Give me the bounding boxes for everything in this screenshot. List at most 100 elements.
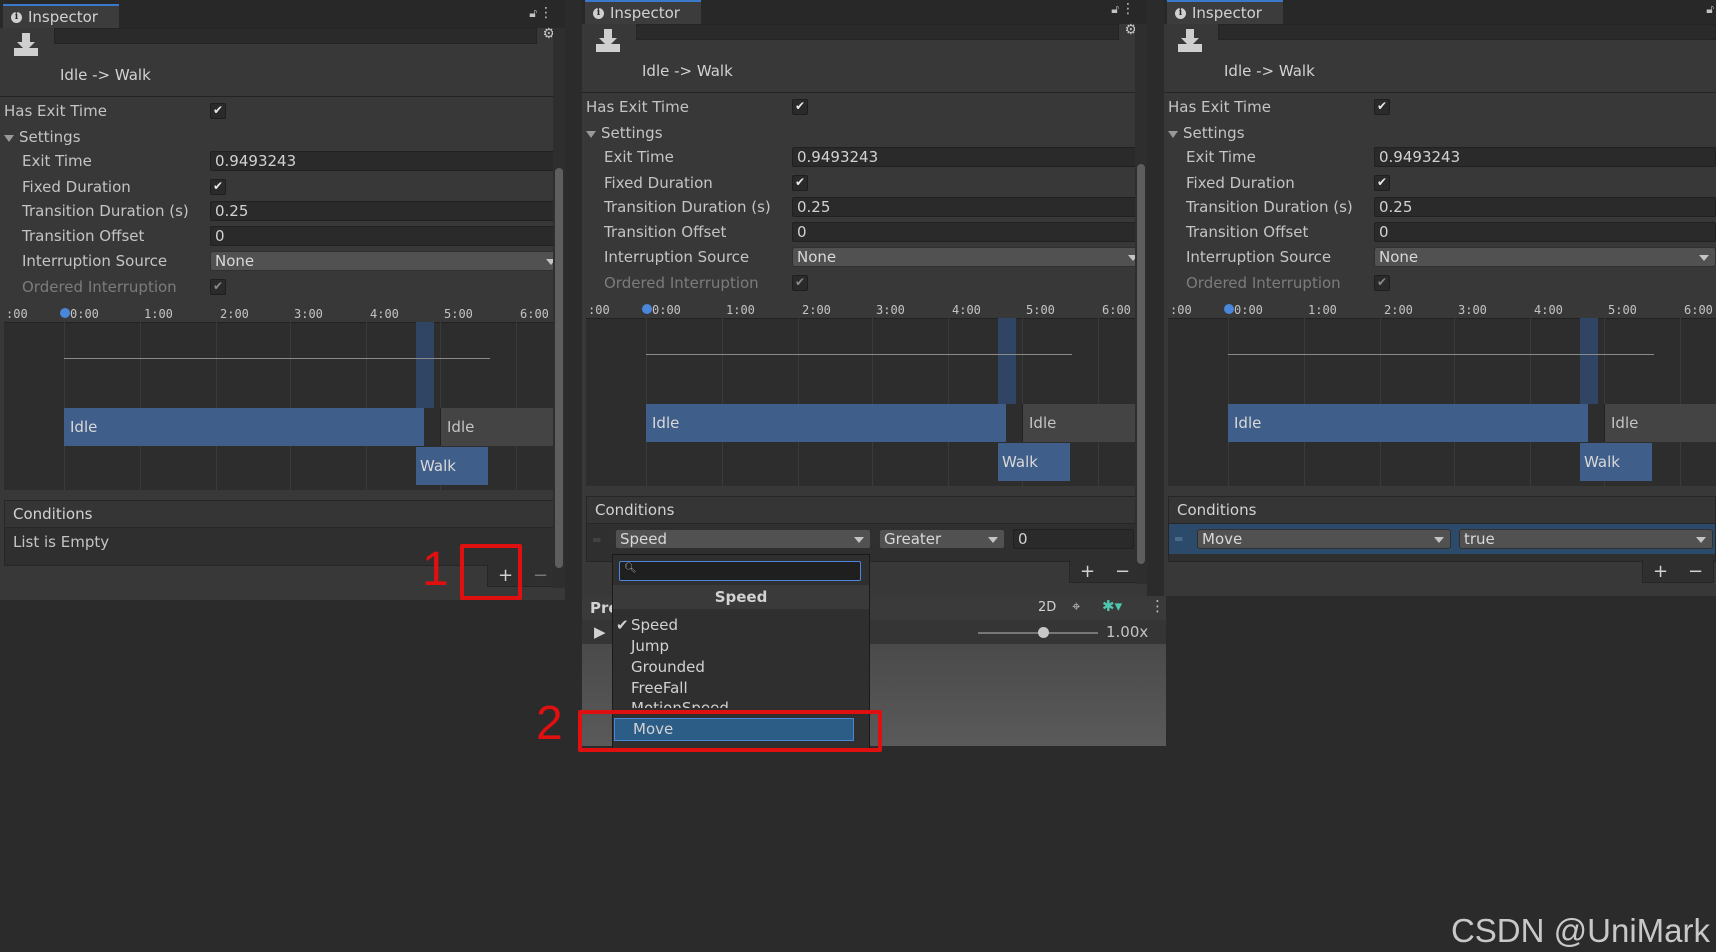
interruption-source-row: Interruption Source None [1164,246,1716,268]
lock-icon[interactable]: 🔓︎ [1706,2,1714,17]
transition-timeline[interactable]: :00 0:00 1:00 2:00 3:00 4:00 5:00 6:00 I… [586,302,1143,486]
condition-parameter-dropdown[interactable]: Move [1197,529,1451,549]
transition-timeline[interactable]: :00 0:00 1:00 2:00 3:00 4:00 5:00 6:00 I… [1168,302,1716,486]
transition-offset-field[interactable]: 0 [792,222,1145,242]
scrollbar-thumb[interactable] [1137,164,1145,564]
fixed-duration-checkbox[interactable]: ✔ [792,175,808,191]
remove-condition-button[interactable]: − [533,565,548,586]
menu-header: Speed [613,585,869,609]
source-state-bar[interactable]: Idle [646,404,1006,442]
transition-offset-field[interactable]: 0 [1374,222,1716,242]
avatar-icon[interactable]: ✱▾ [1102,597,1122,615]
has-exit-time-label: Has Exit Time [1168,98,1271,116]
tab-inspector[interactable]: i Inspector [1167,0,1283,24]
condition-value-field[interactable]: 0 [1013,529,1134,549]
menu-item-label: Speed [631,616,679,634]
menu-item-motionspeed[interactable]: MotionSpeed [613,698,869,708]
settings-foldout[interactable]: Settings [0,126,565,148]
ordered-interruption-row: Ordered Interruption ✔ [582,272,1147,294]
tab-inspector[interactable]: i Inspector [585,0,701,24]
transition-icon [14,33,38,56]
dest-state-bar[interactable]: Walk [998,443,1070,481]
fixed-duration-label: Fixed Duration [1186,174,1295,192]
has-exit-time-row: Has Exit Time ✔ [1164,96,1716,118]
condition-operator-dropdown[interactable]: Greater [879,529,1005,549]
inspector-panel-2: i Inspector 🔓︎ ⋮ ⚙ Idle -> Walk Has Exit… [582,0,1147,596]
interruption-source-dropdown[interactable]: None [1374,247,1716,267]
source-state-bar[interactable]: Idle [64,408,424,446]
timeline-ruler: :00 0:00 1:00 2:00 3:00 4:00 5:00 6:00 [586,302,1143,319]
settings-foldout[interactable]: Settings [582,122,1147,144]
fixed-duration-checkbox[interactable]: ✔ [1374,175,1390,191]
dest-state-bar[interactable]: Walk [1580,443,1652,481]
transition-duration-field[interactable]: 0.25 [1374,197,1716,217]
kebab-menu-icon[interactable]: ⋮ [1121,1,1135,17]
transition-timeline[interactable]: :00 0:00 1:00 2:00 3:00 4:00 5:00 6:00 I… [4,306,561,490]
dest-state-bar[interactable]: Walk [416,447,488,485]
kebab-menu-icon[interactable]: ⋮ [1150,597,1165,615]
lock-icon[interactable]: 🔓︎ [529,6,537,21]
scrollbar[interactable] [553,28,565,588]
settings-foldout[interactable]: Settings [1164,122,1716,144]
has-exit-time-row: Has Exit Time ✔ [582,96,1147,118]
grid-line [1304,318,1305,486]
drag-handle-icon[interactable]: ═ [1175,532,1182,546]
remove-condition-button[interactable]: − [1688,561,1703,582]
menu-item-jump[interactable]: Jump [613,636,869,657]
start-marker-icon[interactable] [642,304,652,314]
info-icon: i [11,11,22,23]
transition-name-field[interactable] [1218,24,1716,40]
exit-time-field[interactable]: 0.9493243 [1374,147,1716,167]
menu-item-grounded[interactable]: Grounded [613,657,869,678]
grid-line [1380,318,1381,486]
ordered-interruption-checkbox: ✔ [792,275,808,291]
condition-bool-dropdown[interactable]: true [1459,529,1713,549]
tick-label: 2:00 [1384,303,1413,317]
transition-offset-field[interactable]: 0 [210,226,563,246]
start-marker-icon[interactable] [1224,304,1234,314]
transition-band[interactable] [998,318,1016,404]
drag-handle-icon[interactable]: ═ [593,533,600,547]
kebab-menu-icon[interactable]: ⋮ [539,5,553,21]
tab-inspector[interactable]: i Inspector [3,4,119,28]
condition-parameter-dropdown[interactable]: Speed [615,529,871,549]
speed-slider-handle[interactable] [1038,627,1049,638]
interruption-source-dropdown[interactable]: None [210,251,563,271]
grid-line [872,318,873,486]
transition-band[interactable] [416,322,434,408]
tick-label: :00 [6,307,28,321]
interruption-source-dropdown[interactable]: None [792,247,1145,267]
add-condition-button[interactable]: + [1653,561,1668,582]
has-exit-time-checkbox[interactable]: ✔ [792,99,808,115]
source-state-bar[interactable]: Idle [1228,404,1588,442]
scrollbar-thumb[interactable] [555,168,563,568]
2d-toggle[interactable]: 2D [1038,600,1056,615]
play-icon[interactable]: ▶ [594,623,606,641]
transition-duration-field[interactable]: 0.25 [792,197,1145,217]
has-exit-time-checkbox[interactable]: ✔ [1374,99,1390,115]
pivot-icon[interactable]: ⌖ [1072,597,1080,615]
transition-name-field[interactable] [54,28,537,44]
transition-band[interactable] [1580,318,1598,404]
condition-row[interactable]: ═ Move true [1169,524,1715,554]
tick-label: 3:00 [876,303,905,317]
transition-duration-row: Transition Duration (s) 0.25 [1164,196,1716,218]
settings-label: Settings [1183,124,1245,142]
start-marker-icon[interactable] [60,308,70,318]
checkmark-icon: ✔ [616,616,629,634]
add-condition-button[interactable]: + [1080,561,1095,582]
exit-time-field[interactable]: 0.9493243 [792,147,1145,167]
menu-item-freefall[interactable]: FreeFall [613,678,869,699]
lock-icon[interactable]: 🔓︎ [1111,2,1119,17]
has-exit-time-checkbox[interactable]: ✔ [210,103,226,119]
remove-condition-button[interactable]: − [1115,561,1130,582]
menu-search-input[interactable]: 🔍︎ [619,561,861,581]
scrollbar[interactable] [1135,24,1147,584]
tick-label: 2:00 [802,303,831,317]
menu-item-speed[interactable]: ✔ Speed [613,615,869,636]
exit-time-field[interactable]: 0.9493243 [210,151,563,171]
transition-name-field[interactable] [636,24,1119,40]
fixed-duration-checkbox[interactable]: ✔ [210,179,226,195]
exit-time-label: Exit Time [1186,148,1256,166]
transition-duration-field[interactable]: 0.25 [210,201,563,221]
